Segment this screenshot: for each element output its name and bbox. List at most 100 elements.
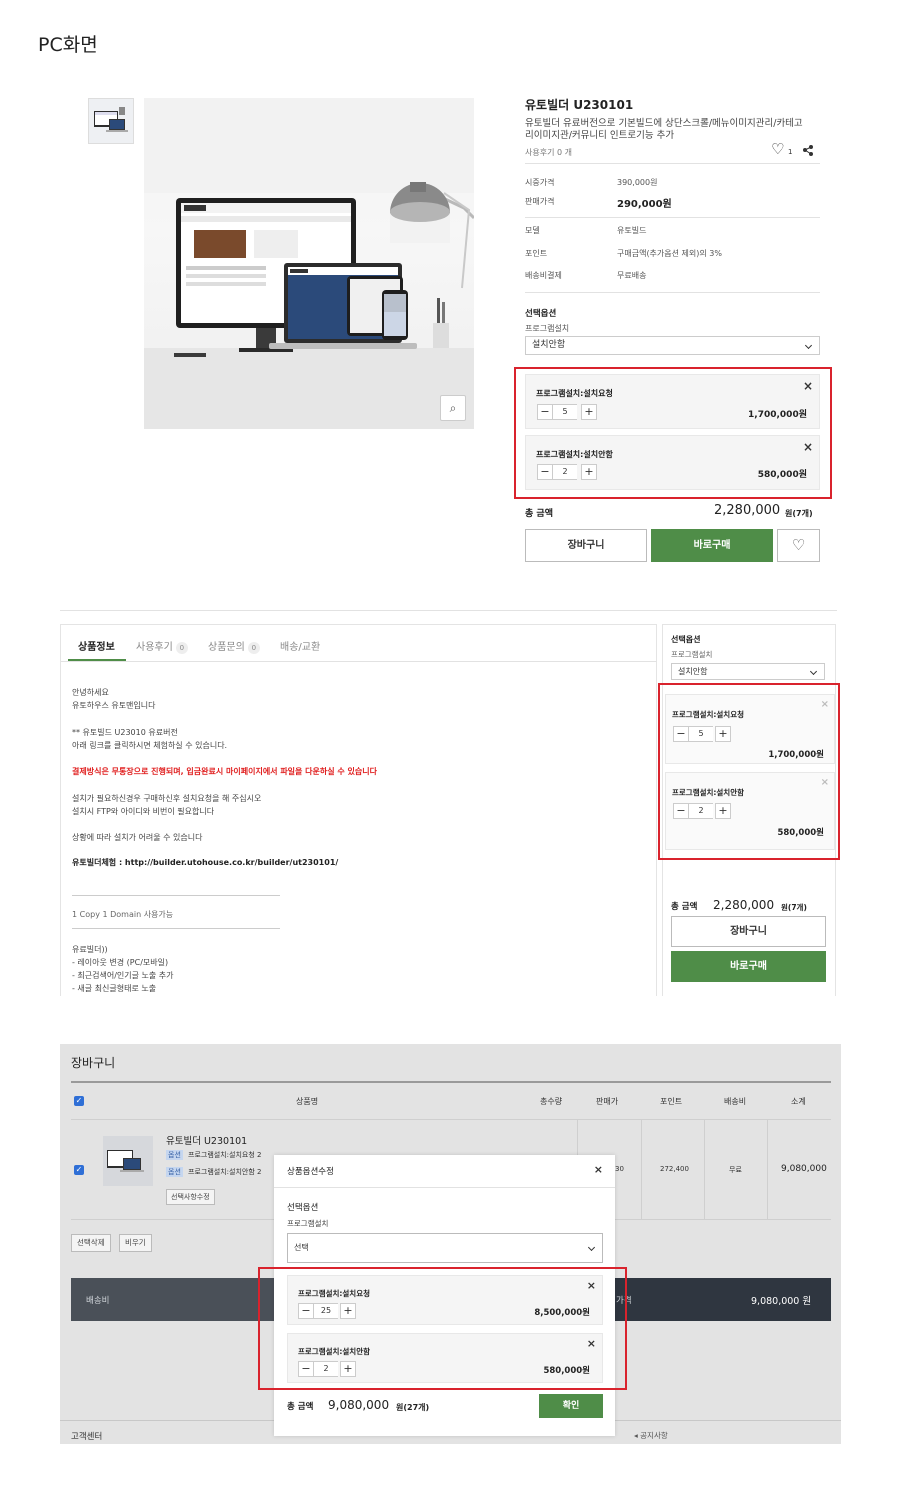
qty-input[interactable]: 5 xyxy=(689,726,713,742)
model-value: 유토빌드 xyxy=(617,226,647,235)
close-icon[interactable]: × xyxy=(594,1163,603,1176)
chevron-down-icon xyxy=(809,667,818,675)
option-badge: 옵션 xyxy=(166,1150,183,1160)
tab-reviews[interactable]: 사용후기 0 xyxy=(136,638,188,654)
modal-total-value: 9,080,000 xyxy=(328,1398,390,1412)
add-to-cart-button[interactable]: 장바구니 xyxy=(525,529,647,562)
content-line: - 최근검색어/인기글 노출 추가 xyxy=(72,971,174,980)
chevron-down-icon xyxy=(804,341,813,349)
share-icon[interactable] xyxy=(802,141,814,160)
qty-minus-button[interactable]: − xyxy=(537,464,553,480)
shipping-value: 무료배송 xyxy=(617,271,647,280)
content-line: 상황에 따라 설치가 어려울 수 있습니다 xyxy=(72,833,203,842)
modal-total-label: 총 금액 xyxy=(287,1402,314,1412)
demo-link[interactable]: 유토빌더체험 : http://builder.utohouse.co.kr/b… xyxy=(72,857,338,868)
product-title: 유토빌더 U230101 xyxy=(525,98,634,112)
option-name: 프로그램설치:설치요청 xyxy=(672,710,744,719)
delete-selected-button[interactable]: 선택삭제 xyxy=(71,1234,111,1252)
model-label: 모델 xyxy=(525,226,540,235)
col-header-qty: 총수량 xyxy=(540,1097,563,1106)
empty-cart-button[interactable]: 비우기 xyxy=(119,1234,152,1252)
thumbnail-image xyxy=(94,107,128,132)
tab-inquiries[interactable]: 상품문의 0 xyxy=(208,638,260,654)
edit-option-button[interactable]: 선택사항수정 xyxy=(166,1189,215,1205)
divider xyxy=(60,610,837,611)
total-label: 총 금액 xyxy=(525,509,553,519)
option-name: 프로그램설치:설치요청 xyxy=(536,389,613,398)
tab-product-info[interactable]: 상품정보 xyxy=(78,638,115,653)
active-tab-indicator xyxy=(68,659,126,661)
shipping-total-label: 배송비 xyxy=(86,1296,110,1306)
modal-option-label: 프로그램설치 xyxy=(287,1219,329,1228)
description-line: 유토빌더 유료버전으로 기본빌드에 상단스크롤/메뉴이미지관리/카테고 xyxy=(525,118,803,129)
item-checkbox[interactable]: ✓ xyxy=(74,1165,84,1175)
cart-top-rule xyxy=(71,1081,831,1083)
heart-icon[interactable]: ♡ xyxy=(771,140,784,158)
qty-minus-button[interactable]: − xyxy=(673,803,689,819)
qty-input[interactable]: 2 xyxy=(553,464,577,480)
retail-price-label: 시중가격 xyxy=(525,178,555,187)
total-price-value: 9,080,000 원 xyxy=(751,1296,812,1307)
tab-label: 상품문의 xyxy=(208,642,245,653)
highlight-box xyxy=(258,1267,627,1390)
close-icon[interactable]: × xyxy=(803,440,813,454)
cart-item-image xyxy=(107,1150,144,1172)
zoom-button[interactable]: ⌕ xyxy=(440,395,466,421)
wishlist-button[interactable]: ♡ xyxy=(777,529,820,562)
point-value: 구매금액(추가옵션 제외)의 3% xyxy=(617,249,722,258)
option-price: 580,000원 xyxy=(757,470,807,480)
col-header-subtotal: 소계 xyxy=(791,1097,806,1106)
like-count: 1 xyxy=(788,148,793,156)
divider xyxy=(274,1187,615,1188)
side-buy-button[interactable]: 바로구매 xyxy=(671,951,826,982)
side-option-select-value: 설치안함 xyxy=(678,667,708,676)
magnifier-icon: ⌕ xyxy=(449,401,457,415)
qty-input[interactable]: 5 xyxy=(553,404,577,420)
select-all-checkbox[interactable]: ✓ xyxy=(74,1096,84,1106)
content-line: 설치가 필요하신경우 구매하신후 설치요청을 해 주십시오 xyxy=(72,794,262,803)
review-count[interactable]: 사용후기 0 개 xyxy=(525,147,572,158)
product-thumbnail[interactable] xyxy=(88,98,134,144)
side-cart-button[interactable]: 장바구니 xyxy=(671,916,826,947)
modal-option-select[interactable]: 선택 xyxy=(287,1233,603,1263)
side-total-unit: 원(7개) xyxy=(781,903,807,912)
content-line: - 레이아웃 변경 (PC/모바일) xyxy=(72,958,169,967)
qty-plus-button[interactable]: + xyxy=(715,726,731,742)
qty-minus-button[interactable]: − xyxy=(537,404,553,420)
close-icon[interactable]: × xyxy=(821,699,829,710)
content-line: ** 유토빌드 U23010 유료버전 xyxy=(72,728,178,737)
total-unit: 원(7개) xyxy=(785,509,813,518)
side-option-select[interactable]: 설치안함 xyxy=(671,663,825,680)
tabs-divider xyxy=(61,661,657,662)
option-select[interactable]: 설치안함 xyxy=(525,336,820,355)
side-total-value: 2,280,000 xyxy=(713,898,775,912)
col-divider xyxy=(704,1120,705,1219)
footer-notice[interactable]: ◂ 공지사항 xyxy=(634,1430,668,1441)
close-icon[interactable]: × xyxy=(821,777,829,788)
tab-shipping-exchange[interactable]: 배송/교환 xyxy=(280,638,320,653)
option-price: 1,700,000원 xyxy=(748,410,807,420)
option-name: 프로그램설치:설치안함 xyxy=(672,788,744,797)
qty-minus-button[interactable]: − xyxy=(673,726,689,742)
col-header-product: 상품명 xyxy=(296,1097,319,1106)
content-line: 안녕하세요 xyxy=(72,688,109,697)
product-illustration xyxy=(144,98,474,429)
page-title: PC화면 xyxy=(38,34,98,56)
col-header-point: 포인트 xyxy=(660,1097,683,1106)
close-icon[interactable]: × xyxy=(803,379,813,393)
qty-plus-button[interactable]: + xyxy=(581,464,597,480)
modal-option-title: 선택옵션 xyxy=(287,1203,319,1213)
qty-plus-button[interactable]: + xyxy=(581,404,597,420)
payment-notice: 결제방식은 무통장으로 진행되며, 입금완료시 마이페이지에서 파일을 다운하실… xyxy=(72,767,377,776)
footer-customer-center[interactable]: 고객센터 xyxy=(71,1430,102,1442)
buy-now-button[interactable]: 바로구매 xyxy=(651,529,773,562)
shipping-label: 배송비결제 xyxy=(525,271,562,280)
qty-plus-button[interactable]: + xyxy=(715,803,731,819)
content-line: 설치시 FTP와 아이디와 비번이 필요합니다 xyxy=(72,807,215,816)
confirm-button[interactable]: 확인 xyxy=(539,1394,603,1418)
chevron-down-icon xyxy=(587,1243,596,1252)
option-badge: 옵션 xyxy=(166,1167,183,1177)
qty-input[interactable]: 2 xyxy=(689,803,713,819)
option-select-value: 설치안함 xyxy=(532,340,566,350)
cart-item-name[interactable]: 유토빌더 U230101 xyxy=(166,1133,247,1147)
